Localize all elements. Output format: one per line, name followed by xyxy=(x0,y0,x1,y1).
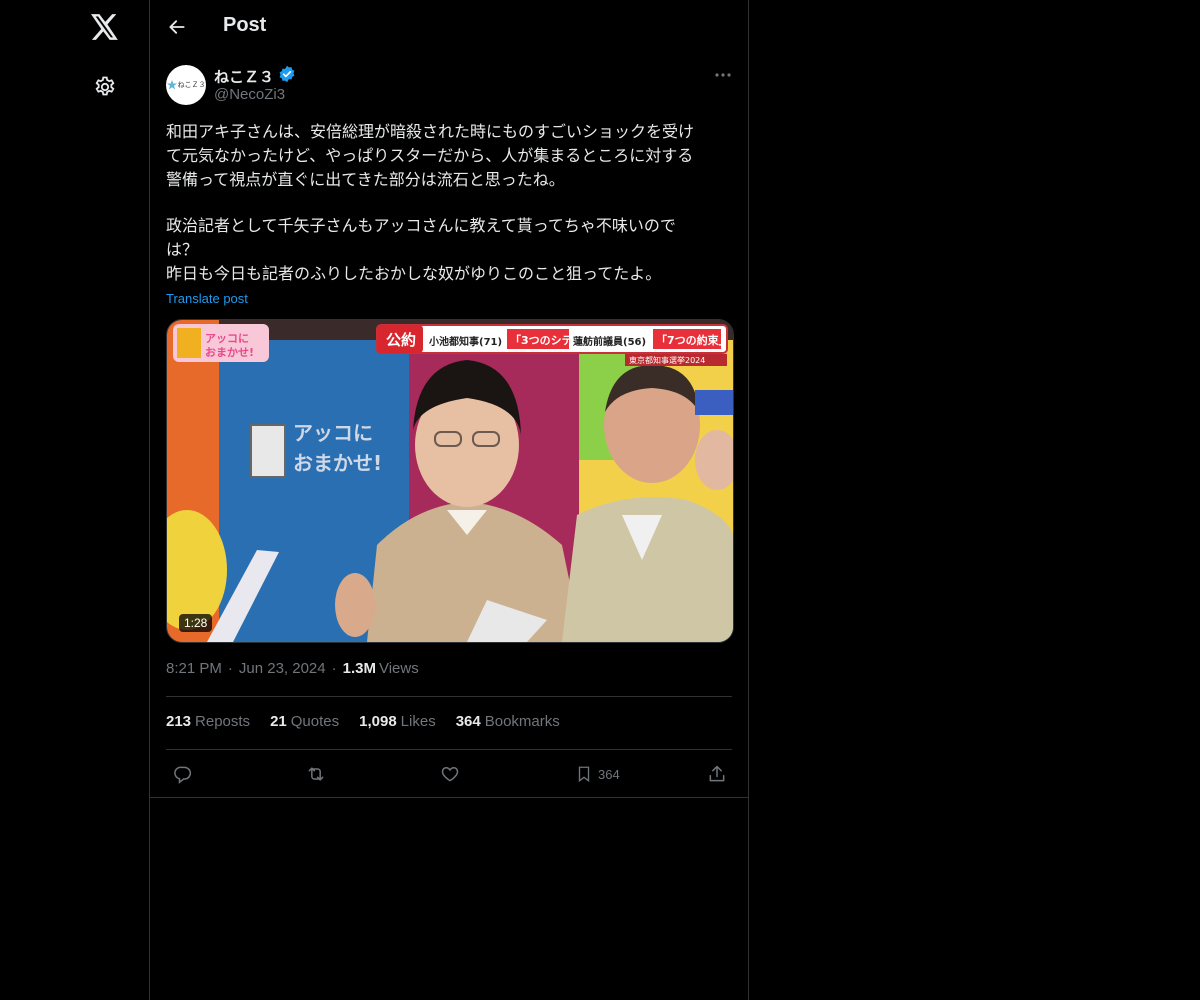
post-time[interactable]: 8:21 PM xyxy=(166,660,222,677)
likes-stat[interactable]: 1,098 Likes xyxy=(359,713,436,730)
svg-text:アッコに: アッコに xyxy=(205,332,249,345)
svg-text:蓮舫前議員(56): 蓮舫前議員(56) xyxy=(573,335,646,348)
quotes-stat[interactable]: 21 Quotes xyxy=(270,713,339,730)
post-line: 昨日も今日も記者のふりしたおかしな奴がゆりこのこと狙ってたよ。 xyxy=(166,264,662,283)
post-line: て元気なかったけど、やっぱりスターだから、人が集まるところに対する xyxy=(166,146,694,165)
gear-icon[interactable] xyxy=(92,74,118,100)
repost-icon[interactable] xyxy=(305,760,327,788)
post-date[interactable]: Jun 23, 2024 xyxy=(239,660,326,677)
author-name-row: ねこＺ３ xyxy=(214,65,296,88)
svg-text:「7つの約束」: 「7つの約束」 xyxy=(656,333,730,347)
post-line: は？ xyxy=(166,240,199,259)
translate-post-link[interactable]: Translate post xyxy=(166,291,248,306)
post-line: 政治記者として千矢子さんもアッコさんに教えて貰ってちゃ不味いので xyxy=(166,216,676,235)
svg-text:アッコに: アッコに xyxy=(293,421,373,445)
svg-text:おまかせ!: おまかせ! xyxy=(205,346,254,359)
show-badge: アッコに おまかせ! xyxy=(173,324,269,362)
avatar-star-icon xyxy=(166,80,177,90)
share-icon[interactable] xyxy=(707,760,727,788)
video-player[interactable]: アッコに おまかせ! アッコに おまかせ! 公約 小池都知事(71) 「3つのシ… xyxy=(166,319,734,643)
post-meta: 8:21 PM · Jun 23, 2024 · 1.3M Views xyxy=(166,660,419,677)
page-title: Post xyxy=(223,14,267,36)
bookmarks-stat[interactable]: 364 Bookmarks xyxy=(456,713,560,730)
left-nav xyxy=(0,0,149,1000)
x-logo-icon[interactable] xyxy=(90,12,120,42)
header: Post xyxy=(150,0,748,53)
svg-text:東京都知事選挙2024: 東京都知事選挙2024 xyxy=(629,355,705,365)
post-text: 和田アキ子さんは、安倍総理が暗殺された時にものすごいショックを受け て元気なかっ… xyxy=(166,120,732,286)
bookmark-button[interactable]: 364 xyxy=(575,760,620,788)
verified-badge-icon xyxy=(278,65,296,88)
views-label: Views xyxy=(378,660,419,677)
views-count: 1.3M xyxy=(342,660,376,677)
avatar-label: ねこＺ３ xyxy=(177,82,206,89)
divider xyxy=(166,696,732,697)
post-line: 警備って視点が直ぐに出てきた部分は流石と思ったね。 xyxy=(166,170,565,189)
bookmark-count: 364 xyxy=(598,766,620,782)
reposts-stat[interactable]: 213 Reposts xyxy=(166,713,250,730)
engagement-stats: 213 Reposts 21 Quotes 1,098 Likes 364 Bookma… xyxy=(166,713,560,730)
banner-label: 公約 xyxy=(386,331,416,349)
divider xyxy=(150,797,748,798)
heart-icon[interactable] xyxy=(440,760,460,788)
bookmark-icon xyxy=(578,766,590,783)
more-options-icon[interactable] xyxy=(712,66,734,84)
post-column: Post ねこＺ３ ねこＺ３ @NecoZi3 和田アキ子さんは、安倍総理が暗殺… xyxy=(149,0,749,1000)
post-line: 和田アキ子さんは、安倍総理が暗殺された時にものすごいショックを受け xyxy=(166,122,695,141)
avatar[interactable]: ねこＺ３ xyxy=(166,65,206,105)
divider xyxy=(166,749,732,750)
svg-text:小池都知事(71): 小池都知事(71) xyxy=(428,335,502,348)
svg-text:おまかせ!: おまかせ! xyxy=(293,451,382,475)
back-arrow-icon[interactable] xyxy=(166,16,188,38)
reply-icon[interactable] xyxy=(172,760,192,788)
author-handle[interactable]: @NecoZi3 xyxy=(214,86,285,103)
action-bar: 364 xyxy=(150,760,748,788)
video-duration: 1:28 xyxy=(179,614,213,632)
author-display-name[interactable]: ねこＺ３ xyxy=(214,66,274,87)
